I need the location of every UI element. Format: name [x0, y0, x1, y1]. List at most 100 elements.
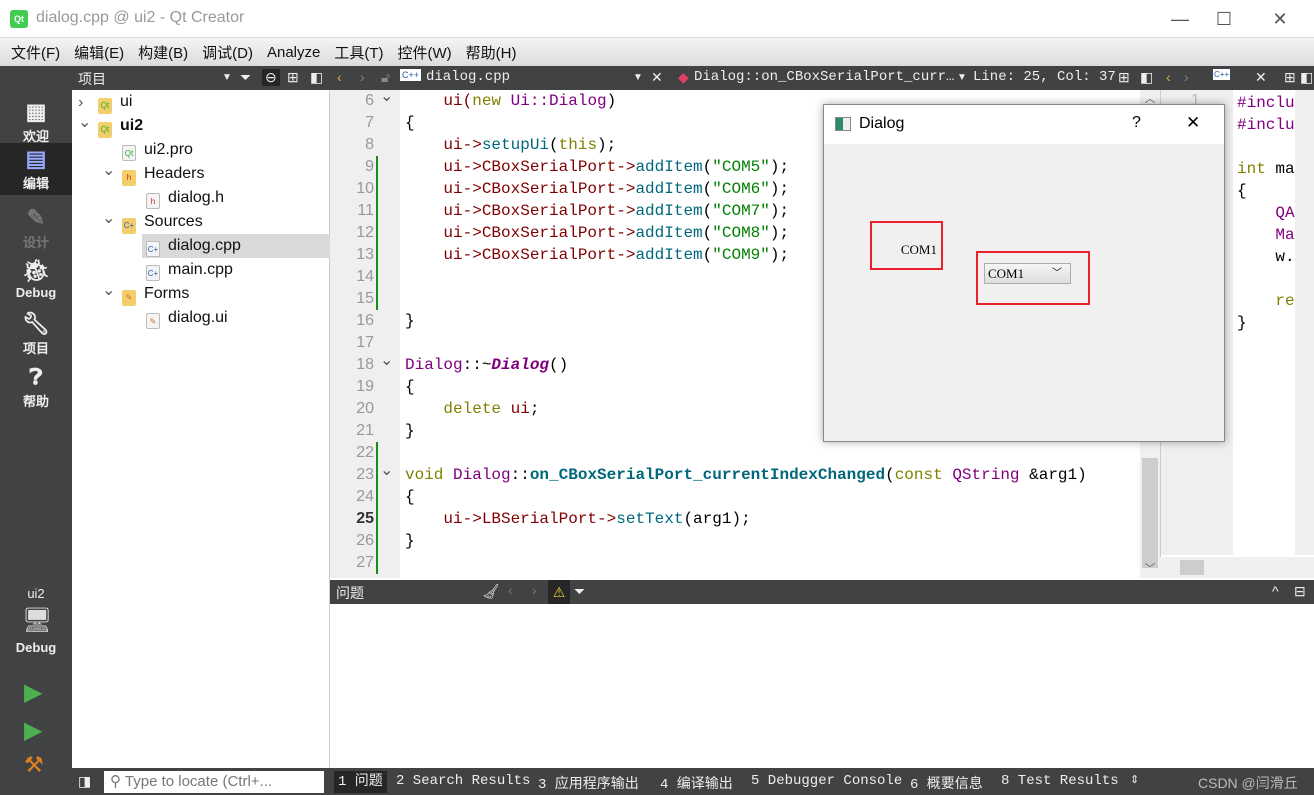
mode-design[interactable]: ✎ 设计 [0, 202, 72, 254]
close-sidebar-icon[interactable]: ◧ [310, 69, 323, 86]
next-icon[interactable]: › [532, 582, 537, 598]
tree-item[interactable]: ✎ dialog.ui [142, 306, 330, 330]
dropdown-icon[interactable]: ▼ [957, 72, 967, 83]
code-line: } [405, 310, 415, 332]
locate-input[interactable]: ⚲ Type to locate (Ctrl+... [104, 771, 324, 793]
filter-icon[interactable]: ⏷ [240, 69, 251, 86]
tree-item[interactable]: Qt ui2.pro [118, 138, 330, 162]
tree-item[interactable]: C+ dialog.cpp [142, 234, 330, 258]
tree-item[interactable]: h Headers [118, 162, 330, 186]
split-icon[interactable]: ⊞ [287, 69, 299, 86]
cursor-position[interactable]: Line: 25, Col: 37 [973, 69, 1116, 85]
filter-icon[interactable]: ⏷ [574, 583, 585, 600]
forward-icon[interactable]: › [1184, 69, 1189, 85]
close-split-icon[interactable]: ◧ [1300, 69, 1313, 86]
tree-item[interactable]: Qt ui2 [94, 114, 330, 138]
tab-issues[interactable]: 1 问题 [334, 771, 387, 793]
menu-help[interactable]: 帮助(H) [459, 42, 524, 63]
fold-chevron-icon[interactable]: ⌄ [380, 350, 393, 370]
close-panel-icon[interactable]: ⊟ [1294, 583, 1306, 600]
tree-item-label: ui [120, 93, 133, 110]
menu-debug[interactable]: 调试(D) [195, 42, 260, 63]
open-file-selector[interactable]: dialog.cpp [426, 69, 510, 85]
code-token: ui->CBoxSerialPort-> [405, 180, 636, 198]
mode-help[interactable]: ❓︎ 帮助 [0, 361, 72, 413]
horizontal-scrollbar[interactable] [1160, 557, 1314, 578]
tree-item[interactable]: C+ main.cpp [142, 258, 330, 282]
link-icon[interactable]: ⊖ [262, 69, 280, 86]
menu-analyze[interactable]: Analyze [260, 44, 327, 61]
tree-item-label: Sources [144, 213, 203, 230]
split-icon[interactable]: ⊞ [1284, 69, 1296, 86]
close-file-icon[interactable]: ✕ [651, 69, 663, 86]
line-number: 25 [356, 510, 374, 527]
chevron-down-icon[interactable]: ⌄ [102, 208, 115, 228]
tab-debugger-console[interactable]: 5 Debugger Console [751, 773, 902, 789]
dialog-close-button[interactable]: ✕ [1186, 113, 1200, 133]
mode-debug[interactable]: 🐞︎ Debug [0, 255, 72, 307]
help-button[interactable]: ? [1132, 114, 1141, 132]
run-icon[interactable]: ▶ [24, 678, 42, 707]
chevron-right-icon[interactable]: › [78, 94, 83, 112]
code-token: { [1237, 182, 1247, 200]
chevron-down-icon[interactable]: ⌄ [102, 280, 115, 300]
fold-chevron-icon[interactable]: ⌄ [380, 460, 393, 480]
vertical-scrollbar[interactable] [1295, 90, 1314, 555]
code-token: addItem [635, 202, 703, 220]
close-button[interactable]: ✕ [1260, 6, 1300, 32]
dropdown-icon[interactable]: ▼ [633, 72, 643, 83]
toggle-sidebar-icon[interactable]: ◨ [78, 773, 91, 790]
mode-projects[interactable]: 🔧︎ 项目 [0, 308, 72, 360]
fold-chevron-icon[interactable]: ⌄ [380, 86, 393, 106]
clean-icon[interactable]: 🧹︎ [482, 583, 500, 600]
tree-item[interactable]: C+ Sources [118, 210, 330, 234]
maximize-button[interactable]: ☐ [1204, 6, 1244, 32]
tab-compile-output[interactable]: 4 编译输出 [660, 773, 733, 793]
code-token: ui-> [405, 136, 482, 154]
menu-widgets[interactable]: 控件(W) [391, 42, 459, 63]
tab-search-results[interactable]: 2 Search Results [396, 773, 530, 789]
scrollbar-thumb[interactable] [1180, 560, 1204, 575]
more-tabs-icon[interactable]: ⇕ [1130, 773, 1139, 786]
menu-tools[interactable]: 工具(T) [327, 42, 390, 63]
chevron-down-icon[interactable]: ⌄ [102, 160, 115, 180]
tree-item[interactable]: h dialog.h [142, 186, 330, 210]
tab-test-results[interactable]: 8 Test Results [1001, 773, 1119, 789]
split-icon[interactable]: ⊞ [1118, 69, 1130, 86]
tab-general-messages[interactable]: 6 概要信息 [910, 773, 983, 793]
serial-port-combobox[interactable]: COM1 ﹀ [984, 263, 1071, 284]
close-split-icon[interactable]: ◧ [1140, 69, 1153, 86]
symbol-selector[interactable]: Dialog::on_CBoxSerialPort_curr… [694, 69, 954, 85]
monitor-icon[interactable]: 🖥︎ [22, 606, 52, 635]
tree-item-label: dialog.h [168, 189, 225, 206]
close-file-icon[interactable]: ✕ [1255, 69, 1267, 86]
warning-filter-icon[interactable]: ⚠ [548, 580, 570, 604]
line-number: 14 [356, 268, 374, 285]
tree-item[interactable]: Qt ui [94, 90, 330, 114]
code-token: QString [952, 466, 1030, 484]
tree-item-label: ui2.pro [144, 141, 193, 158]
code-token: on_CBoxSerialPort_currentIndexChanged [529, 466, 886, 484]
forward-icon[interactable]: › [360, 69, 365, 85]
back-icon[interactable]: ‹ [1166, 69, 1171, 85]
scrollbar-thumb[interactable] [1142, 458, 1158, 568]
file-icon: h [146, 193, 160, 209]
chevron-down-icon[interactable]: ⌄ [78, 112, 91, 132]
tab-application-output[interactable]: 3 应用程序输出 [538, 773, 639, 793]
prev-icon[interactable]: ‹ [508, 582, 513, 598]
menu-build[interactable]: 构建(B) [131, 42, 195, 63]
menu-file[interactable]: 文件(F) [4, 42, 67, 63]
hammer-icon[interactable]: ⚒ [24, 752, 44, 778]
dropdown-icon[interactable]: ▼ [222, 72, 232, 83]
maximize-panel-icon[interactable]: ^ [1272, 583, 1279, 599]
debug-run-icon[interactable]: ▶ [24, 716, 42, 745]
mode-edit[interactable]: ▤ 编辑 [0, 143, 72, 195]
mode-welcome[interactable]: ▦ 欢迎 [0, 96, 72, 148]
back-icon[interactable]: ‹ [337, 69, 342, 85]
menu-edit[interactable]: 编辑(E) [67, 42, 131, 63]
minimize-button[interactable]: — [1160, 6, 1200, 32]
scroll-down-icon[interactable]: ﹀ [1140, 560, 1160, 576]
tree-item[interactable]: ✎ Forms [118, 282, 330, 306]
line-number: 27 [356, 554, 374, 571]
project-view-selector[interactable]: 项目 [78, 69, 106, 89]
